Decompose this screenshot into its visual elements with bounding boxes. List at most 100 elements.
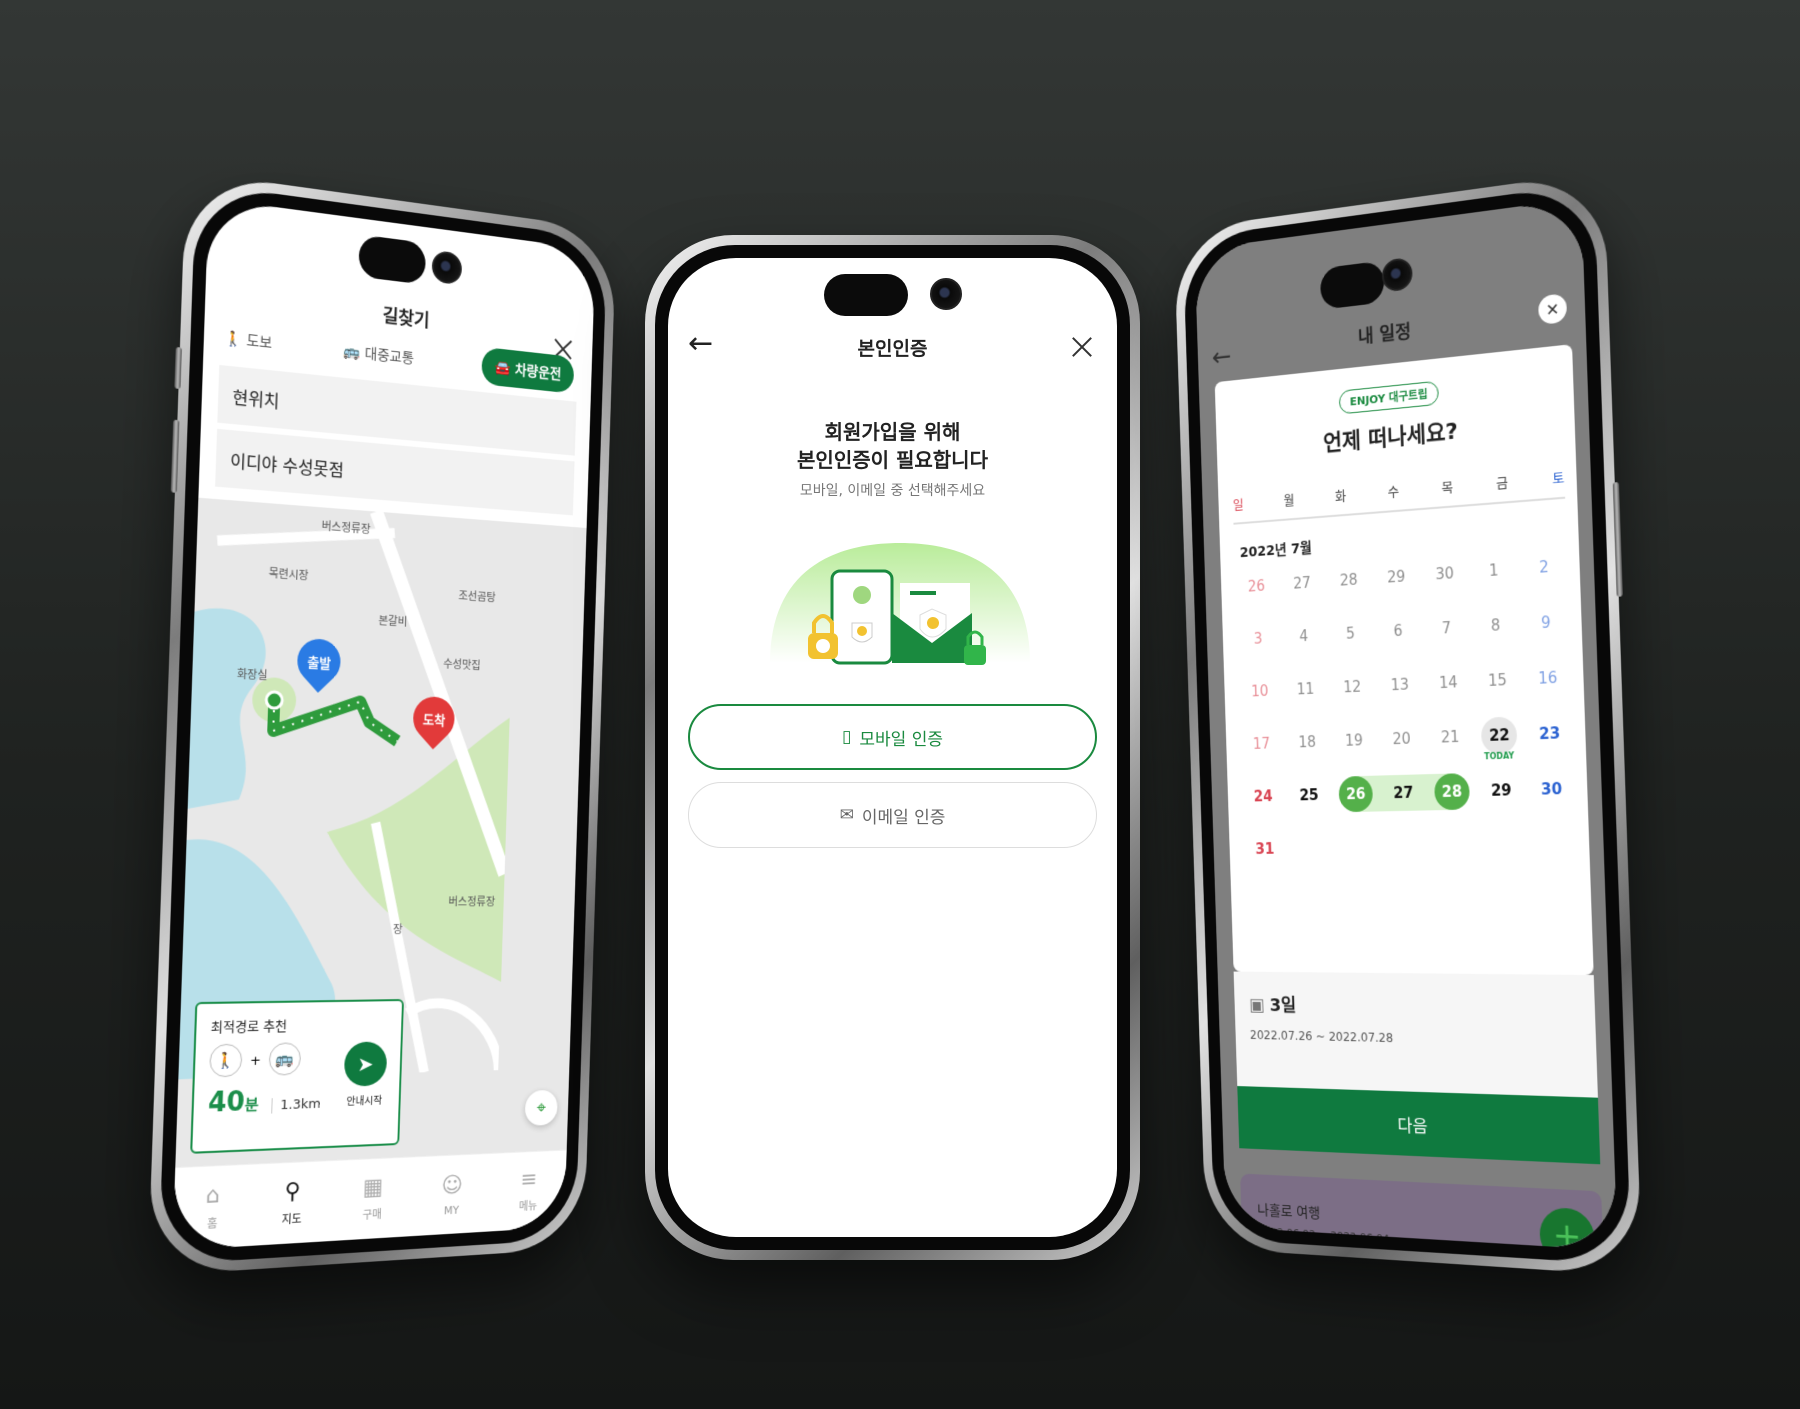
duration-row: ▣ 3일 [1248, 995, 1297, 1017]
day-cell[interactable]: 23 [1524, 714, 1576, 753]
camera-icon [431, 249, 463, 286]
crosshair-icon: ⌖ [536, 1097, 547, 1119]
start-guide-button[interactable]: ➤ 안내시작 [343, 1041, 388, 1108]
range-text: 2022.07.26 ~ 2022.07.28 [1249, 1028, 1394, 1046]
map-label: 장 [392, 923, 403, 937]
day-cell[interactable]: 20 [1377, 720, 1426, 758]
day-cell[interactable]: 31 [1242, 831, 1289, 867]
plus-sign: + [249, 1052, 262, 1069]
verify-subheading: 모바일, 이메일 중 선택해주세요 [799, 483, 986, 499]
nav-item-my[interactable]: ☺ MY [441, 1172, 464, 1217]
menu-icon: ≡ [520, 1167, 538, 1193]
plus-icon: + [1551, 1214, 1583, 1251]
day-cell[interactable]: 19 [1330, 722, 1378, 759]
day-cell[interactable]: 29 [1372, 557, 1421, 596]
day-cell[interactable]: 14 [1423, 663, 1473, 702]
navigate-arrow-icon: ➤ [343, 1041, 388, 1087]
day-cell[interactable]: 25 [1285, 777, 1332, 814]
phone-icon: ▯ [842, 727, 852, 747]
day-cell[interactable]: 27 [1279, 564, 1326, 602]
route-minutes: 40 [207, 1086, 246, 1119]
day-cell[interactable]: 12 [1328, 668, 1376, 706]
walk-icon: 🚶 [223, 330, 247, 350]
nav-item-menu[interactable]: ≡ 메뉴 [519, 1167, 539, 1214]
nav-item-purchase[interactable]: ▦ 구매 [362, 1175, 383, 1223]
day-cell[interactable]: 7 [1421, 609, 1471, 648]
calendar-icon: ▦ [362, 1174, 384, 1201]
side-button [170, 419, 180, 493]
start-dot [266, 692, 282, 709]
bus-icon: 🚌 [268, 1042, 302, 1076]
day-cell[interactable]: 21 [1425, 718, 1475, 756]
day-cell[interactable]: 16 [1522, 658, 1574, 697]
verify-illustration [770, 543, 1030, 665]
map-label: 본갈비 [378, 614, 408, 629]
map-label: 버스정류장 [321, 519, 371, 537]
day-cell[interactable]: 8 [1470, 606, 1521, 645]
range-start-cell: 26 [1331, 775, 1381, 813]
close-icon[interactable] [1071, 336, 1093, 358]
trip-dates: 2022.06.02 ~ 2022.06.04 [1257, 1225, 1390, 1246]
day-cell[interactable]: 30 [1526, 770, 1578, 808]
tab-walk[interactable]: 🚶 도보 [224, 327, 273, 353]
card-title: 최적경로 추천 [210, 1019, 288, 1037]
day-cell[interactable]: 5 [1326, 614, 1374, 652]
tab-transit[interactable]: 🚌 대중교통 [343, 340, 415, 368]
map-label: 조선곰탕 [458, 589, 496, 605]
day-cell[interactable]: 10 [1237, 673, 1284, 710]
day-cell[interactable]: 2 [1518, 547, 1570, 587]
phone-bezel: ← 본인인증 회원가입을 위해 본인인증이 필요합니다 모바일, 이메일 중 선… [655, 245, 1130, 1250]
date-picker-sheet: ENJOY 대구트립 언제 떠나세요? 일 월 화 수 목 금 토 2022년 … [1214, 344, 1594, 976]
email-verify-button[interactable]: ✉ 이메일 인증 [688, 782, 1097, 848]
day-cell[interactable]: 30 [1420, 554, 1470, 593]
add-trip-button[interactable]: + [1538, 1206, 1596, 1251]
locate-me-button[interactable]: ⌖ [524, 1089, 558, 1126]
selection-summary: ▣ 3일 2022.07.26 ~ 2022.07.28 다음 [1233, 971, 1601, 1165]
verify-screen: ← 본인인증 회원가입을 위해 본인인증이 필요합니다 모바일, 이메일 중 선… [668, 258, 1117, 1237]
weekday-thu: 목 [1441, 480, 1454, 497]
day-cell[interactable]: 11 [1282, 670, 1329, 707]
day-cell[interactable]: 4 [1280, 617, 1327, 655]
minutes-unit: 분 [244, 1095, 259, 1115]
day-cell-in-range[interactable]: 27 [1378, 774, 1429, 812]
bus-icon: 🚌 [343, 343, 366, 362]
tab-drive[interactable]: 🚘 차량운전 [481, 346, 575, 394]
weekday-sun: 일 [1232, 497, 1244, 514]
phone-map: 길찾기 🚶 도보 🚌 대중교통 🚘 차량운전 현위치 이디야 수성못점 버스정류… [147, 171, 617, 1277]
enjoy-badge: ENJOY 대구트립 [1339, 380, 1439, 415]
day-cell[interactable]: 9 [1520, 603, 1572, 643]
camera-icon [930, 278, 962, 310]
calendar-grid: 26 27 28 29 30 1 2 3 4 5 6 7 8 9 10 11 1… [1233, 547, 1579, 867]
verify-heading: 회원가입을 위해 본인인증이 필요합니다 [797, 420, 988, 472]
month-label: 2022년 7월 [1239, 540, 1313, 562]
day-cell[interactable]: 28 [1325, 561, 1373, 600]
day-cell-selected[interactable]: 28 [1433, 773, 1471, 811]
day-cell-selected[interactable]: 26 [1338, 775, 1374, 813]
guide-label: 안내시작 [346, 1095, 383, 1108]
day-cell[interactable]: 1 [1468, 551, 1519, 591]
walk-icon: 🚶 [209, 1043, 243, 1078]
nav-item-home[interactable]: ⌂ 홈 [205, 1183, 221, 1232]
day-cell[interactable]: 26 [1233, 567, 1280, 605]
car-icon: 🚘 [494, 359, 516, 378]
day-cell-today[interactable]: 22 [1481, 716, 1518, 755]
nav-item-map[interactable]: ⚲ 지도 [281, 1179, 303, 1228]
mobile-verify-button[interactable]: ▯ 모바일 인증 [688, 704, 1097, 770]
day-cell[interactable]: 24 [1240, 778, 1287, 814]
day-cell[interactable]: 29 [1476, 771, 1527, 809]
phone-bezel: ← 내 일정 ✕ ENJOY 대구트립 언제 떠나세요? 일 월 화 수 목 금… [1182, 182, 1632, 1265]
day-cell[interactable]: 13 [1375, 666, 1424, 704]
day-cell[interactable]: 17 [1238, 725, 1285, 762]
day-cell[interactable]: 3 [1235, 620, 1282, 658]
map-screen: 길찾기 🚶 도보 🚌 대중교통 🚘 차량운전 현위치 이디야 수성못점 버스정류… [172, 198, 596, 1251]
day-cell[interactable]: 18 [1284, 724, 1331, 761]
person-icon: ☺ [441, 1172, 464, 1199]
page-title: 본인인증 [857, 338, 928, 360]
home-icon: ⌂ [205, 1182, 221, 1210]
day-cell[interactable]: 15 [1472, 661, 1523, 700]
weekday-fri: 금 [1496, 475, 1509, 492]
day-cell[interactable]: 6 [1374, 612, 1423, 651]
weekday-tue: 화 [1334, 489, 1347, 505]
map-background [178, 498, 516, 1080]
calendar-screen: ← 내 일정 ✕ ENJOY 대구트립 언제 떠나세요? 일 월 화 수 목 금… [1194, 198, 1618, 1251]
